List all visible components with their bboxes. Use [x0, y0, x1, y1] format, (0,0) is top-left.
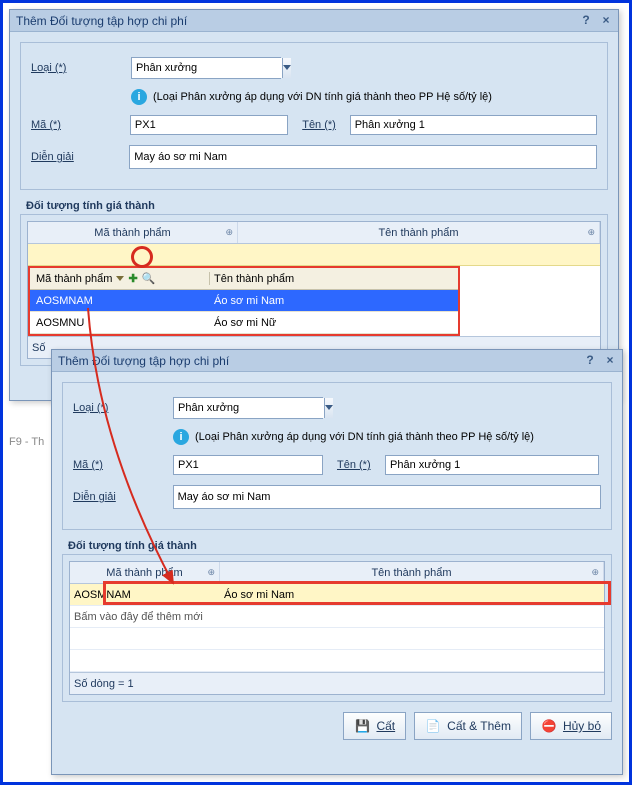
info-text: (Loại Phân xưởng áp dụng với DN tính giá…	[195, 431, 534, 443]
table-row-empty	[70, 650, 604, 672]
col-code[interactable]: Mã thành phẩm⊕	[70, 562, 220, 583]
info-icon: i	[131, 89, 147, 105]
save-and-add-button[interactable]: 📄 Cất & Thêm	[414, 712, 522, 740]
ten-input[interactable]	[350, 115, 597, 135]
add-icon[interactable]: ✚	[128, 272, 137, 285]
help-button[interactable]: ?	[582, 352, 598, 368]
ma-label: Mã (*)	[73, 459, 173, 471]
loai-label: Loại (*)	[31, 62, 131, 74]
form-area: Loại (*) i (Loại Phân xưởng áp dụng với …	[62, 382, 612, 530]
col-name[interactable]: Tên thành phẩm⊕	[238, 222, 600, 243]
filter-row[interactable]	[28, 244, 600, 266]
close-button[interactable]: ×	[598, 12, 614, 28]
add-new-hint-row[interactable]: Bấm vào đây để thêm mới	[70, 606, 604, 628]
dropdown-row-selected[interactable]: AOSMNAM Áo sơ mi Nam	[30, 290, 458, 312]
diengiai-label: Diễn giải	[31, 151, 129, 163]
dropdown-col-code: Mã thành phẩm	[36, 273, 112, 285]
diengiai-input[interactable]	[173, 485, 601, 509]
loai-input[interactable]	[174, 398, 324, 418]
loai-label: Loại (*)	[73, 402, 173, 414]
dialog-title: Thêm Đối tượng tập hợp chi phí	[58, 354, 229, 368]
dropdown-row[interactable]: AOSMNU Áo sơ mi Nữ	[30, 312, 458, 334]
save-icon: 💾	[354, 718, 370, 734]
group-label: Đối tượng tính giá thành	[26, 200, 618, 212]
chevron-down-icon	[116, 276, 124, 282]
group-label: Đối tượng tính giá thành	[68, 540, 622, 552]
grid: Mã thành phẩm⊕ Tên thành phẩm⊕ Mã thành …	[27, 221, 601, 359]
grid-container: Mã thành phẩm⊕ Tên thành phẩm⊕ AOSMNAM Á…	[62, 554, 612, 702]
dropdown-arrow-icon[interactable]	[282, 58, 291, 78]
f9-hint: F9 - Th	[9, 436, 44, 448]
ten-label: Tên (*)	[302, 119, 349, 131]
table-row[interactable]: AOSMNAM Áo sơ mi Nam	[70, 584, 604, 606]
cancel-button[interactable]: ⛔ Hủy bỏ	[530, 712, 612, 740]
dialog-title: Thêm Đối tượng tập hợp chi phí	[16, 14, 187, 28]
dropdown-arrow-icon[interactable]	[324, 398, 333, 418]
close-button[interactable]: ×	[602, 352, 618, 368]
dialog-add-cost-object-1: Thêm Đối tượng tập hợp chi phí ? × Loại …	[9, 9, 619, 401]
loai-combo[interactable]	[173, 397, 323, 419]
info-text: (Loại Phân xưởng áp dụng với DN tính giá…	[153, 91, 492, 103]
pin-icon: ⊕	[591, 567, 599, 578]
grid-header: Mã thành phẩm⊕ Tên thành phẩm⊕	[70, 562, 604, 584]
ten-label: Tên (*)	[337, 459, 385, 471]
info-icon: i	[173, 429, 189, 445]
grid-footer: Số dòng = 1	[70, 672, 604, 694]
grid-container: Mã thành phẩm⊕ Tên thành phẩm⊕ Mã thành …	[20, 214, 608, 366]
pin-icon: ⊕	[225, 227, 233, 238]
grid-body: AOSMNAM Áo sơ mi Nam Bấm vào đây để thêm…	[70, 584, 604, 672]
col-code[interactable]: Mã thành phẩm⊕	[28, 222, 238, 243]
dropdown-header: Mã thành phẩm ✚ 🔍 Tên thành phẩm	[30, 268, 458, 290]
cancel-icon: ⛔	[541, 718, 557, 734]
dropdown-panel: Mã thành phẩm ✚ 🔍 Tên thành phẩm AOSMNAM…	[28, 266, 460, 336]
button-bar: 💾 Cất 📄 Cất & Thêm ⛔ Hủy bỏ	[52, 712, 612, 740]
loai-input[interactable]	[132, 58, 282, 78]
title-bar: Thêm Đối tượng tập hợp chi phí ? ×	[52, 350, 622, 372]
title-bar: Thêm Đối tượng tập hợp chi phí ? ×	[10, 10, 618, 32]
ma-label: Mã (*)	[31, 119, 130, 131]
diengiai-input[interactable]	[129, 145, 597, 169]
ten-input[interactable]	[385, 455, 599, 475]
diengiai-label: Diễn giải	[73, 491, 173, 503]
pin-icon: ⊕	[207, 567, 215, 578]
help-button[interactable]: ?	[578, 12, 594, 28]
save-button[interactable]: 💾 Cất	[343, 712, 406, 740]
ma-input[interactable]	[173, 455, 323, 475]
pin-icon: ⊕	[587, 227, 595, 238]
binoculars-icon[interactable]: 🔍	[142, 272, 156, 285]
loai-combo[interactable]	[131, 57, 281, 79]
dialog-add-cost-object-2: Thêm Đối tượng tập hợp chi phí ? × Loại …	[51, 349, 623, 775]
form-area: Loại (*) i (Loại Phân xưởng áp dụng với …	[20, 42, 608, 190]
table-row-empty	[70, 628, 604, 650]
grid-header: Mã thành phẩm⊕ Tên thành phẩm⊕	[28, 222, 600, 244]
col-name[interactable]: Tên thành phẩm⊕	[220, 562, 604, 583]
ma-input[interactable]	[130, 115, 288, 135]
grid: Mã thành phẩm⊕ Tên thành phẩm⊕ AOSMNAM Á…	[69, 561, 605, 695]
dropdown-col-name: Tên thành phẩm	[214, 273, 294, 285]
save-add-icon: 📄	[425, 718, 441, 734]
